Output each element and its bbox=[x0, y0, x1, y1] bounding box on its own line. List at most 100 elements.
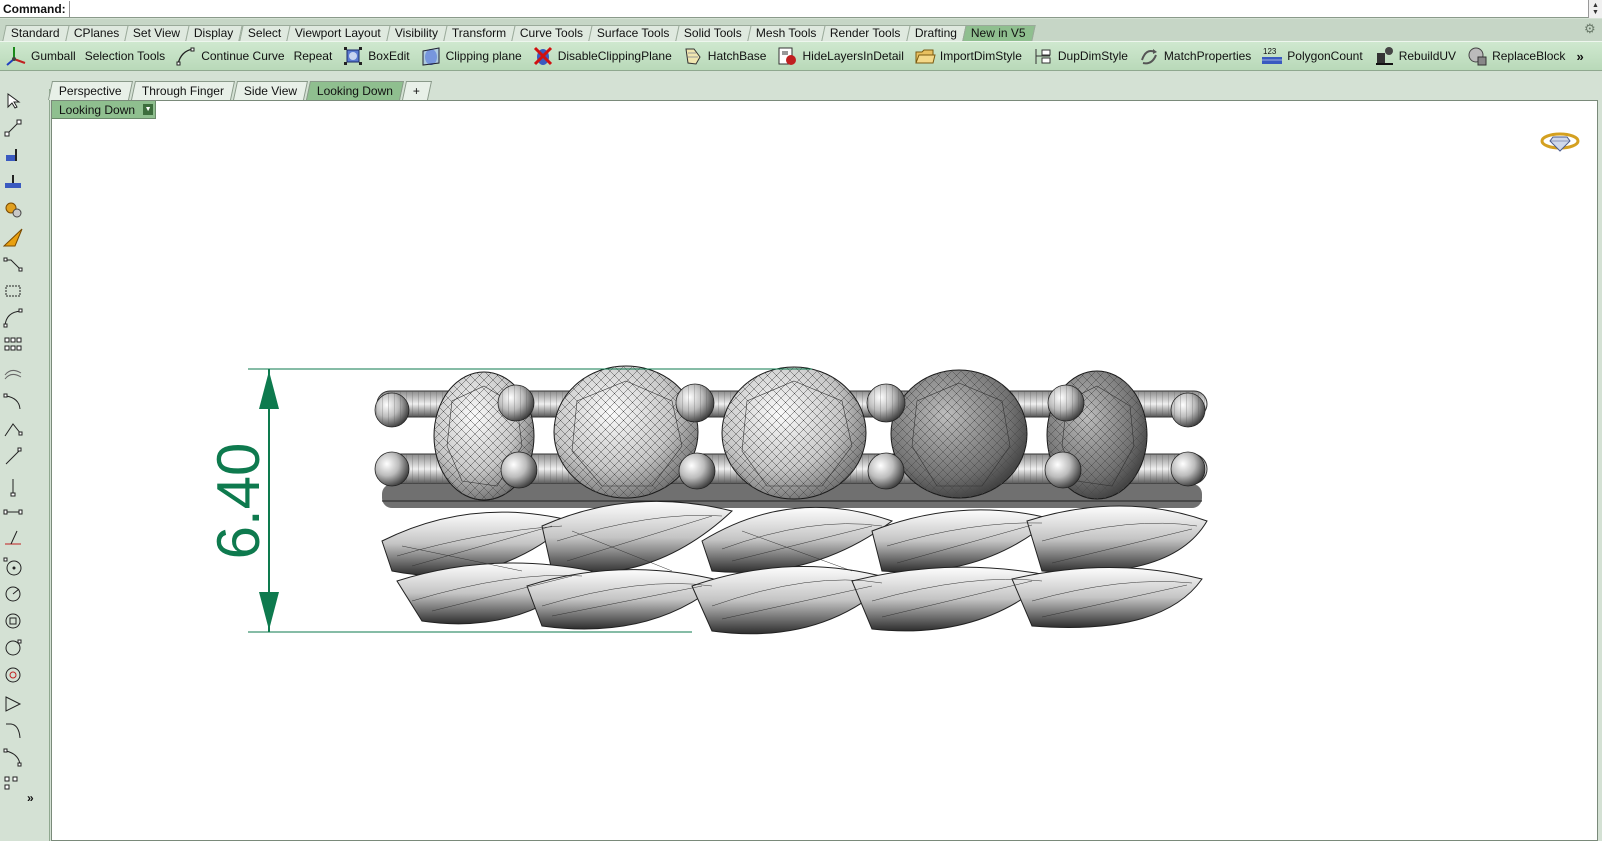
command-bar: Command: ▲ ▼ bbox=[0, 0, 1602, 18]
tab-render-tools[interactable]: Render Tools bbox=[821, 25, 911, 41]
rebuild-uv-label: RebuildUV bbox=[1398, 49, 1457, 63]
gear-icon[interactable]: ⚙ bbox=[1584, 22, 1598, 36]
hatch-base-label: HatchBase bbox=[707, 49, 767, 63]
polygon-count-label: PolygonCount bbox=[1287, 49, 1363, 63]
cplane-button[interactable] bbox=[2, 171, 24, 193]
horizontal-line-button[interactable] bbox=[2, 501, 24, 523]
selection-tools-button[interactable]: Selection Tools bbox=[85, 43, 166, 69]
vertical-line-button[interactable] bbox=[2, 476, 24, 498]
hatch-base-button[interactable]: HatchBase bbox=[681, 43, 767, 69]
light-button[interactable] bbox=[2, 226, 24, 248]
box-edit-button[interactable]: BoxEdit bbox=[341, 43, 410, 69]
box-edit-label: BoxEdit bbox=[368, 49, 410, 63]
scroll-down-icon[interactable]: ▼ bbox=[1592, 9, 1599, 16]
import-dim-style-label: ImportDimStyle bbox=[939, 49, 1022, 63]
circle-button[interactable] bbox=[2, 556, 24, 578]
hide-layers-in-detail-button[interactable]: HideLayersInDetail bbox=[775, 43, 904, 69]
tab-viewport-layout[interactable]: Viewport Layout bbox=[286, 25, 391, 41]
ellipse-button[interactable] bbox=[2, 637, 24, 659]
disable-clipping-plane-button[interactable]: DisableClippingPlane bbox=[531, 43, 672, 69]
tab-perspective[interactable]: Perspective bbox=[47, 81, 133, 100]
selection-tools-label: Selection Tools bbox=[84, 49, 166, 63]
gear-settings-button[interactable] bbox=[2, 198, 24, 220]
scroll-up-icon[interactable]: ▲ bbox=[1592, 2, 1599, 9]
dup-dim-style-button[interactable]: DupDimStyle bbox=[1031, 43, 1128, 69]
chevron-down-icon[interactable]: ▼ bbox=[143, 104, 154, 115]
tab-select[interactable]: Select bbox=[238, 25, 291, 41]
select-arrow-button[interactable] bbox=[2, 90, 24, 112]
disable-clipping-plane-label: DisableClippingPlane bbox=[557, 49, 672, 63]
fillet-button[interactable] bbox=[2, 720, 24, 742]
toolbar-overflow-button[interactable]: » bbox=[1576, 49, 1583, 64]
hide-layers-icon bbox=[775, 45, 799, 67]
tab-looking-down[interactable]: Looking Down bbox=[305, 81, 404, 100]
add-viewport-button[interactable]: + bbox=[401, 81, 432, 100]
viewport-tabs: Perspective Through Finger Side View Loo… bbox=[47, 79, 432, 100]
viewport-looking-down[interactable]: 6.40 Looking Down ▼ bbox=[51, 100, 1598, 841]
tab-mesh-tools[interactable]: Mesh Tools bbox=[746, 25, 826, 41]
clipping-plane-label: Clipping plane bbox=[445, 49, 522, 63]
gumball-icon bbox=[4, 45, 28, 67]
polygon-button[interactable] bbox=[2, 693, 24, 715]
rebuild-uv-icon bbox=[1372, 45, 1396, 67]
ring-model-render bbox=[248, 365, 1208, 635]
svg-text:123: 123 bbox=[1263, 47, 1277, 56]
circle-square-button[interactable] bbox=[2, 610, 24, 632]
angle-line-button[interactable] bbox=[2, 527, 24, 549]
arc-button[interactable] bbox=[2, 391, 24, 413]
match-properties-label: MatchProperties bbox=[1163, 49, 1252, 63]
rectangle-button[interactable] bbox=[2, 280, 24, 302]
dimension-label: 6.40 bbox=[205, 442, 272, 560]
replace-block-button[interactable]: ReplaceBlock bbox=[1465, 43, 1565, 69]
clipping-plane-button[interactable]: Clipping plane bbox=[419, 43, 522, 69]
tab-set-view[interactable]: Set View bbox=[124, 25, 190, 41]
tab-cplanes[interactable]: CPlanes bbox=[65, 25, 129, 41]
disable-clipping-icon bbox=[531, 45, 555, 67]
import-dim-style-button[interactable]: ImportDimStyle bbox=[913, 43, 1022, 69]
tab-new-in-v5[interactable]: New in V5 bbox=[961, 25, 1036, 41]
array-button[interactable] bbox=[2, 334, 24, 356]
curve-button[interactable] bbox=[2, 307, 24, 329]
polygon-count-icon: 123 bbox=[1260, 45, 1284, 67]
circle-radius-button[interactable] bbox=[2, 583, 24, 605]
line-button[interactable] bbox=[2, 419, 24, 441]
replace-block-icon bbox=[1465, 45, 1489, 67]
ring-thumbnail-icon bbox=[1540, 132, 1580, 152]
command-input[interactable] bbox=[68, 0, 1588, 17]
polyline-button[interactable] bbox=[2, 253, 24, 275]
command-toolbar: Gumball Selection Tools Continue Curve R… bbox=[0, 41, 1602, 71]
tab-transform[interactable]: Transform bbox=[443, 25, 516, 41]
circle-points-button[interactable] bbox=[2, 664, 24, 686]
edit-points-button[interactable] bbox=[2, 144, 24, 166]
dup-dim-style-label: DupDimStyle bbox=[1057, 49, 1128, 63]
tab-visibility[interactable]: Visibility bbox=[386, 25, 448, 41]
match-properties-button[interactable]: MatchProperties bbox=[1137, 43, 1251, 69]
repeat-button[interactable]: Repeat bbox=[294, 43, 333, 69]
rebuild-uv-button[interactable]: RebuildUV bbox=[1372, 43, 1456, 69]
viewport-title[interactable]: Looking Down ▼ bbox=[52, 101, 157, 119]
repeat-label: Repeat bbox=[293, 49, 333, 63]
left-toolbar-overflow-button[interactable]: » bbox=[27, 791, 34, 805]
tab-solid-tools[interactable]: Solid Tools bbox=[675, 25, 752, 41]
tab-standard[interactable]: Standard bbox=[2, 25, 70, 41]
freeform-button[interactable] bbox=[2, 364, 24, 386]
continue-curve-button[interactable]: Continue Curve bbox=[174, 43, 285, 69]
tab-through-finger[interactable]: Through Finger bbox=[130, 81, 235, 100]
blend-curve-button[interactable] bbox=[2, 747, 24, 769]
tab-curve-tools[interactable]: Curve Tools bbox=[511, 25, 593, 41]
box-edit-icon bbox=[341, 45, 365, 67]
polygon-count-button[interactable]: 123 PolygonCount bbox=[1260, 43, 1363, 69]
replace-block-label: ReplaceBlock bbox=[1492, 49, 1566, 63]
tab-drafting[interactable]: Drafting bbox=[905, 25, 967, 41]
gumball-button[interactable]: Gumball bbox=[4, 43, 76, 69]
tab-display[interactable]: Display bbox=[185, 25, 244, 41]
match-properties-icon bbox=[1137, 45, 1161, 67]
tab-surface-tools[interactable]: Surface Tools bbox=[588, 25, 680, 41]
command-history-scroll[interactable]: ▲ ▼ bbox=[1588, 0, 1602, 18]
toolbar-group-tabs: Standard CPlanes Set View Display Select… bbox=[0, 19, 1602, 41]
continue-curve-label: Continue Curve bbox=[201, 49, 285, 63]
single-line-button[interactable] bbox=[2, 446, 24, 468]
point-button[interactable] bbox=[2, 117, 24, 139]
tab-side-view[interactable]: Side View bbox=[232, 81, 308, 100]
control-points-button[interactable] bbox=[2, 774, 24, 796]
